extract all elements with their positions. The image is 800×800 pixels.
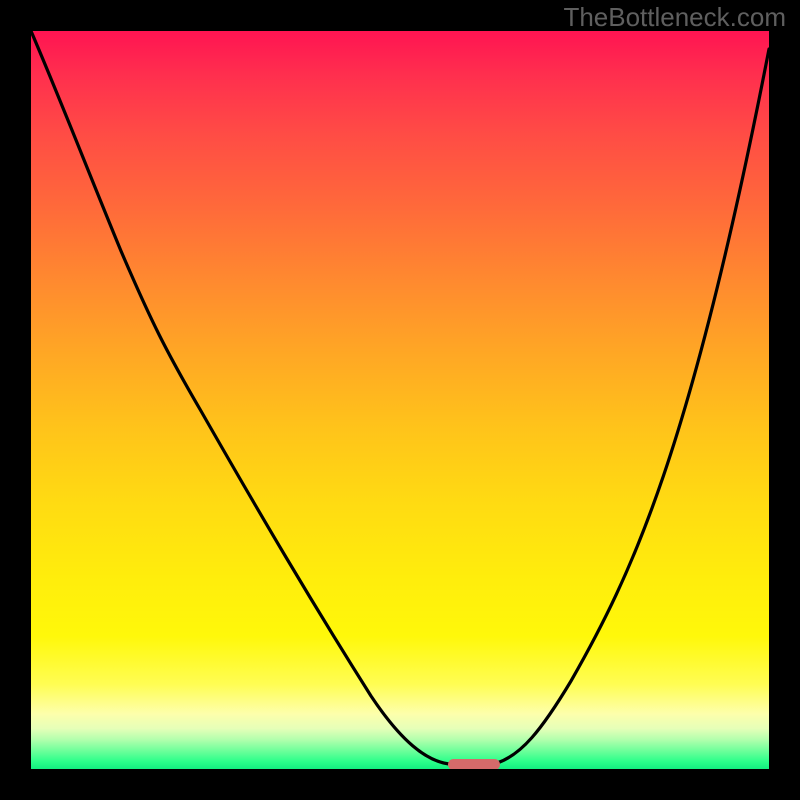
plot-area [31, 31, 769, 769]
curve-layer [31, 31, 769, 769]
optimal-range-bar [448, 759, 500, 769]
chart-frame: TheBottleneck.com [0, 0, 800, 800]
watermark-text: TheBottleneck.com [563, 2, 786, 33]
bottleneck-curve-path [31, 31, 769, 765]
